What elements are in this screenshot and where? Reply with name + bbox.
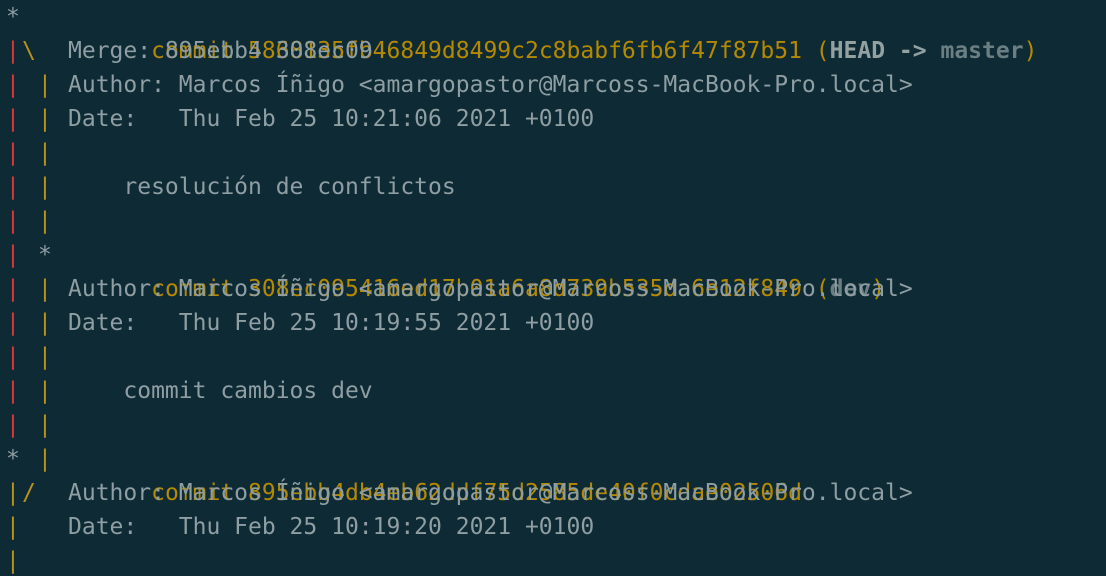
- graph-pipe: |: [6, 310, 20, 336]
- head-ref-label: HEAD: [829, 38, 886, 64]
- branch-label-master: master: [940, 38, 1024, 64]
- log-line-date: | | Date: Thu Feb 25 10:21:06 2021 +0100: [4, 102, 594, 136]
- graph-pipe: |: [6, 208, 20, 234]
- graph-node: *: [6, 4, 20, 30]
- log-line-date: | Date: Thu Feb 25 10:19:20 2021 +0100: [4, 510, 594, 544]
- graph-pipe: |: [6, 548, 20, 574]
- graph-pipe: |: [38, 72, 52, 98]
- ref-arrow: ->: [898, 38, 927, 64]
- graph-node: *: [6, 446, 20, 472]
- graph-pipe: |: [38, 174, 52, 200]
- log-line-author: | / Author: Marcos Íñigo <amargopastor@M…: [4, 476, 913, 510]
- graph-pipe: |: [38, 378, 52, 404]
- log-line-message: | | commit cambios dev: [4, 374, 373, 408]
- merge-parents: Merge: 895ebb4 308ec09: [68, 38, 373, 64]
- commit-message: resolución de conflictos: [68, 174, 456, 200]
- log-line-message: | | resolución de conflictos: [4, 170, 456, 204]
- graph-pipe: |: [6, 106, 20, 132]
- log-line-author: | | Author: Marcos Íñigo <amargopastor@M…: [4, 272, 913, 306]
- graph-pipe: |: [38, 106, 52, 132]
- graph-pipe: |: [6, 514, 20, 540]
- graph-pipe: |: [38, 276, 52, 302]
- commit-author: Author: Marcos Íñigo <amargopastor@Marco…: [68, 72, 913, 98]
- graph-pipe: |: [6, 378, 20, 404]
- graph-pipe: |: [38, 310, 52, 336]
- graph-pipe: |: [6, 242, 20, 268]
- log-line-commit-3: * | commit 895ebb4db4eb62ddf75d2585de40f…: [4, 442, 802, 506]
- log-line-merge: | \ Merge: 895ebb4 308ec09: [4, 34, 373, 68]
- commit-date: Date: Thu Feb 25 10:21:06 2021 +0100: [68, 106, 595, 132]
- graph-pipe: |: [6, 344, 20, 370]
- graph-merge-branch: \: [22, 38, 36, 64]
- commit-date: Date: Thu Feb 25 10:19:20 2021 +0100: [68, 514, 595, 540]
- log-line-blank: | |: [4, 204, 59, 238]
- graph-pipe: |: [6, 174, 20, 200]
- graph-pipe: |: [6, 276, 20, 302]
- graph-merge-branch: /: [22, 480, 36, 506]
- graph-pipe: |: [38, 446, 52, 472]
- log-line-blank: |: [4, 544, 59, 576]
- graph-pipe: |: [6, 140, 20, 166]
- log-line-commit-1: * commit 5868135fb46849d8499c2c8babf6fb6…: [4, 0, 1037, 64]
- commit-author: Author: Marcos Íñigo <amargopastor@Marco…: [68, 276, 913, 302]
- log-line-author: | | Author: Marcos Íñigo <amargopastor@M…: [4, 68, 913, 102]
- graph-pipe: |: [38, 208, 52, 234]
- graph-pipe: |: [38, 140, 52, 166]
- log-line-blank: | |: [4, 136, 59, 170]
- log-line-blank: | |: [4, 340, 59, 374]
- graph-pipe: |: [6, 38, 20, 64]
- graph-pipe: |: [6, 412, 20, 438]
- commit-date: Date: Thu Feb 25 10:19:55 2021 +0100: [68, 310, 595, 336]
- log-line-blank: | |: [4, 408, 59, 442]
- graph-pipe: |: [6, 480, 20, 506]
- graph-pipe: |: [38, 344, 52, 370]
- log-line-date: | | Date: Thu Feb 25 10:19:55 2021 +0100: [4, 306, 594, 340]
- commit-author: Author: Marcos Íñigo <amargopastor@Marco…: [68, 480, 913, 506]
- graph-node: *: [38, 242, 52, 268]
- graph-pipe: |: [6, 72, 20, 98]
- graph-pipe: |: [38, 412, 52, 438]
- terminal-window[interactable]: * commit 5868135fb46849d8499c2c8babf6fb6…: [0, 0, 1106, 576]
- log-line-commit-2: | * commit 308ec095416ed17b01a6a8d739b53…: [4, 238, 885, 302]
- commit-message: commit cambios dev: [68, 378, 373, 404]
